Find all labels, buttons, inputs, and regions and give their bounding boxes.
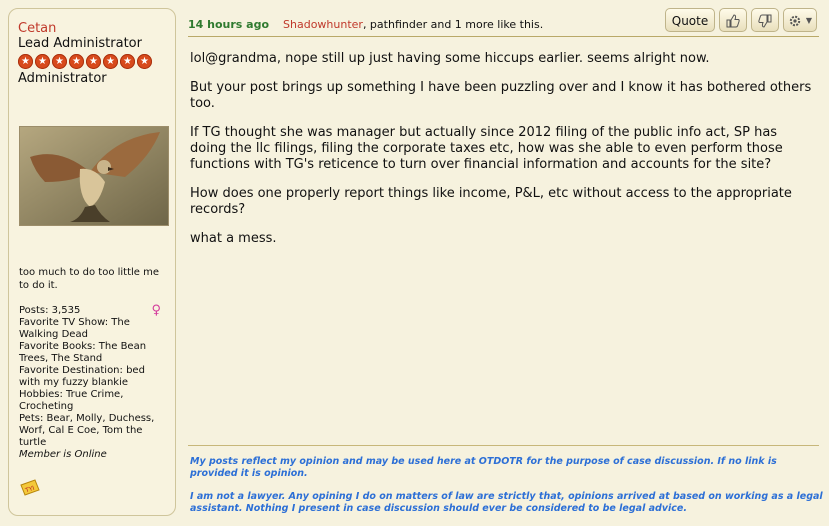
stat-destination: Favorite Destination: bed with my fuzzy … xyxy=(19,365,145,388)
options-button[interactable]: ▼ xyxy=(783,8,817,32)
username-link[interactable]: Cetan xyxy=(18,21,166,36)
post-paragraph: But your post brings up something I have… xyxy=(190,80,812,111)
user-stats: ♀ Posts: 3,535 Favorite TV Show: The Wal… xyxy=(19,303,169,461)
rank-star-icon: ★ xyxy=(103,54,118,69)
avatar[interactable] xyxy=(19,126,169,226)
signature-divider xyxy=(188,445,819,446)
post-time: 14 hours ago xyxy=(188,18,270,31)
rank-stars: ★ ★ ★ ★ ★ ★ ★ ★ xyxy=(18,54,166,69)
gear-icon xyxy=(788,15,806,31)
post-body: lol@grandma, nope still up just having s… xyxy=(190,51,815,260)
thumbs-up-icon xyxy=(725,14,741,32)
post-paragraph: lol@grandma, nope still up just having s… xyxy=(190,51,710,66)
rank-star-icon: ★ xyxy=(120,54,135,69)
tyi-badge-graphic: TYI xyxy=(20,479,40,496)
thumbs-up-graphic xyxy=(726,14,740,28)
stat-pets: Pets: Bear, Molly, Duchess, Worf, Cal E … xyxy=(19,413,155,448)
rank-star-icon: ★ xyxy=(137,54,152,69)
thumbs-down-icon xyxy=(757,14,773,32)
header-divider xyxy=(188,36,819,37)
female-gender-icon: ♀ xyxy=(151,303,161,318)
rank-star-icon: ★ xyxy=(52,54,67,69)
thumbs-down-graphic xyxy=(758,14,772,28)
gear-graphic xyxy=(789,15,801,27)
post-paragraph: If TG thought she was manager but actual… xyxy=(190,125,783,172)
post-paragraph: what a mess. xyxy=(190,231,277,246)
likes-line: Shadowhunter, pathfinder and 1 more like… xyxy=(283,18,543,31)
stat-posts: Posts: 3,535 xyxy=(19,305,81,316)
tyi-badge-icon[interactable]: TYI xyxy=(19,479,41,497)
post-paragraph: How does one properly report things like… xyxy=(190,186,792,217)
liker-link[interactable]: Shadowhunter xyxy=(283,18,363,31)
rank-star-icon: ★ xyxy=(18,54,33,69)
signature-line: My posts reflect my opinion and may be u… xyxy=(190,456,777,479)
hawk-avatar-image xyxy=(20,127,168,225)
quote-button[interactable]: Quote xyxy=(665,8,715,32)
stat-books: Favorite Books: The Bean Trees, The Stan… xyxy=(19,341,147,364)
stat-tv-show: Favorite TV Show: The Walking Dead xyxy=(19,317,130,340)
rank-star-icon: ★ xyxy=(35,54,50,69)
likes-rest: , pathfinder and 1 more like this. xyxy=(362,18,544,31)
user-title: Lead Administrator xyxy=(18,36,142,51)
stat-hobbies: Hobbies: True Crime, Crocheting xyxy=(19,389,124,412)
rank-star-icon: ★ xyxy=(69,54,84,69)
post-signature: My posts reflect my opinion and may be u… xyxy=(190,456,825,526)
user-tagline: too much to do too little me to do it. xyxy=(19,267,160,291)
online-status: Member is Online xyxy=(19,449,107,460)
chevron-down-icon: ▼ xyxy=(805,16,812,25)
user-sidebar: Cetan Lead Administrator ★ ★ ★ ★ ★ ★ ★ ★ Admini… xyxy=(8,8,176,516)
post-header: 14 hours ago Shadowhunter, pathfinder an… xyxy=(188,8,817,36)
post-actions: Quote ▼ xyxy=(665,8,817,32)
signature-line: I am not a lawyer. Any opining I do on m… xyxy=(190,491,823,514)
dislike-button[interactable] xyxy=(751,8,779,32)
like-button[interactable] xyxy=(719,8,747,32)
rank-star-icon: ★ xyxy=(86,54,101,69)
user-group: Administrator xyxy=(18,71,107,86)
